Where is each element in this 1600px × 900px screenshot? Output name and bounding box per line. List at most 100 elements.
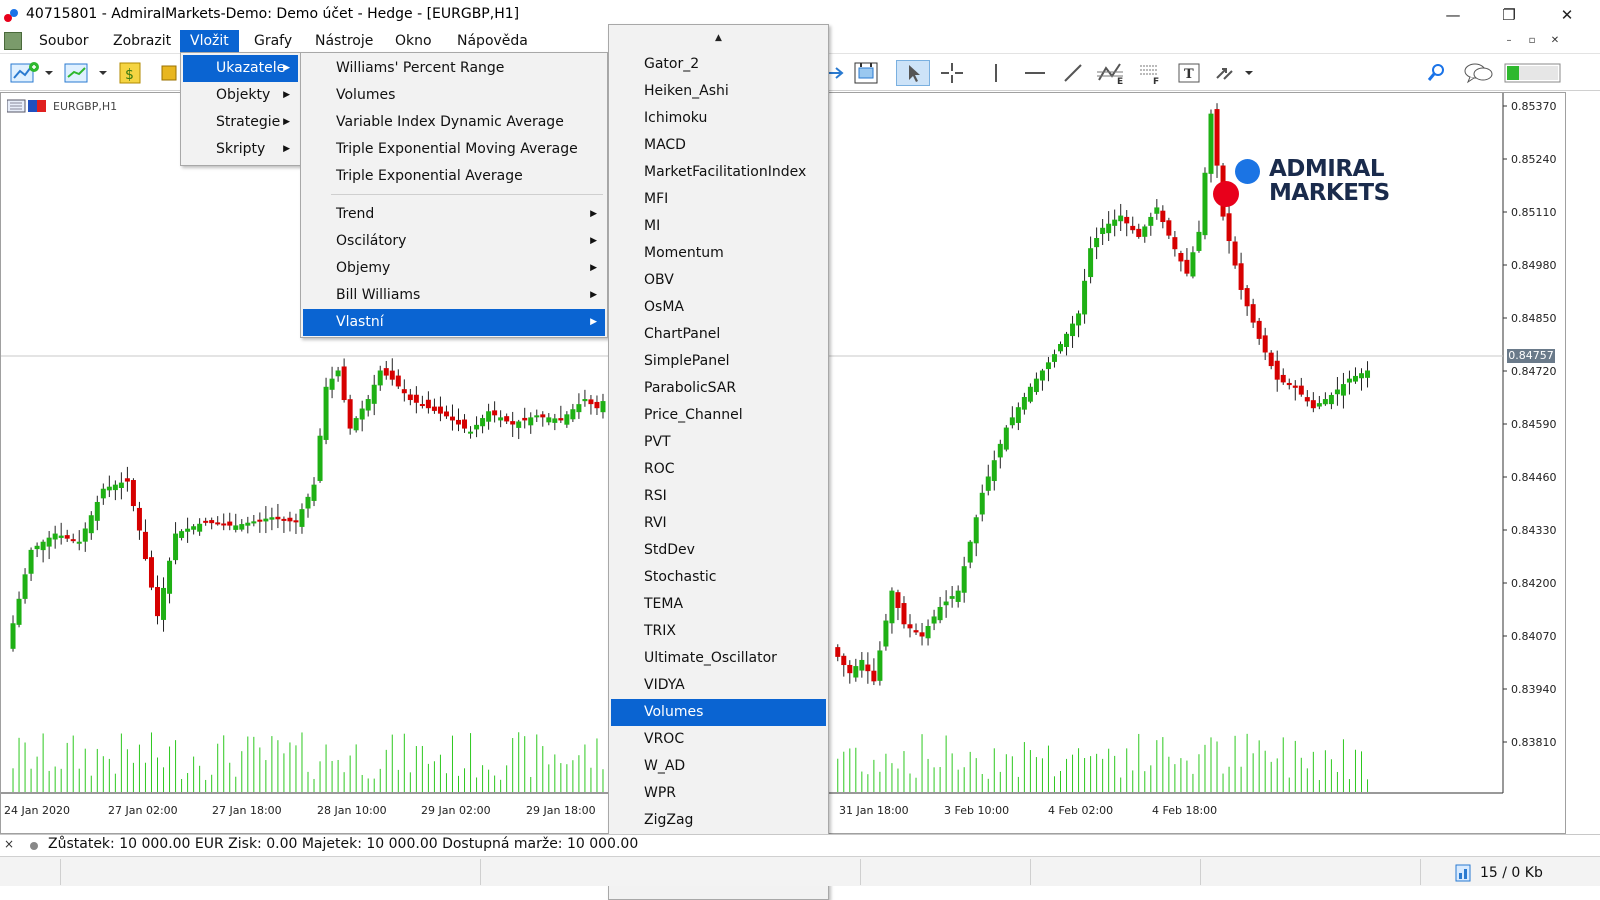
menu-vida[interactable]: Variable Index Dynamic Average — [303, 109, 605, 136]
maximize-button[interactable]: ❐ — [1486, 0, 1532, 30]
new-chart-icon[interactable] — [8, 60, 56, 86]
candle-body — [185, 528, 191, 532]
menu-vlastni-item[interactable]: ROC — [611, 456, 826, 483]
fibonacci-retracement-icon[interactable]: F — [1136, 60, 1166, 86]
candle-body — [1310, 400, 1316, 409]
menu-vlastni-item[interactable]: MI — [611, 213, 826, 240]
menu-objemy[interactable]: Objemy ▶ — [303, 255, 605, 282]
menu-vlastni-item[interactable]: Ultimate_Oscillator — [611, 645, 826, 672]
menu-vlastni-item[interactable]: Heiken_Ashi — [611, 78, 826, 105]
menu-vlastni-item[interactable]: RSI — [611, 483, 826, 510]
candle-body — [287, 517, 293, 522]
menu-nastroje[interactable]: Nástroje — [307, 30, 381, 52]
navigator-icon[interactable] — [158, 60, 178, 86]
candle-body — [534, 415, 540, 418]
menu-trix[interactable]: Triple Exponential Average — [303, 163, 605, 190]
menu-vlastni-item[interactable]: Gator_2 — [611, 51, 826, 78]
menu-vlastni-item[interactable]: OBV — [611, 267, 826, 294]
menu-vlastni-item[interactable]: ParabolicSAR — [611, 375, 826, 402]
menu-vlastni-item[interactable]: ChartPanel — [611, 321, 826, 348]
menu-napoveda[interactable]: Nápověda — [449, 30, 536, 52]
menu-vlastni[interactable]: Vlastní ▶ — [303, 309, 605, 336]
candle-body — [949, 596, 955, 599]
menu-vlastni-item[interactable]: Volumes — [611, 699, 826, 726]
market-watch-icon[interactable]: $ — [116, 60, 146, 86]
menu-vlastni-item[interactable]: Momentum — [611, 240, 826, 267]
menu-vlastni-item[interactable]: VIDYA — [611, 672, 826, 699]
candle-body — [1051, 354, 1057, 362]
menu-vlastni-item[interactable]: MarketFacilitationIndex — [611, 159, 826, 186]
mdi-restore-button[interactable]: ▫ — [1523, 33, 1541, 49]
scroll-up-arrow-icon[interactable]: ▲ — [609, 31, 828, 45]
candle-body — [317, 435, 323, 481]
menu-bill-williams[interactable]: Bill Williams ▶ — [303, 282, 605, 309]
menu-vlastni-item[interactable]: Ichimoku — [611, 105, 826, 132]
menu-williams-percent-range[interactable]: Williams' Percent Range — [303, 55, 605, 82]
menu-objekty[interactable]: Objekty ▶ — [183, 82, 298, 109]
menu-vlastni-item[interactable]: PVT — [611, 429, 826, 456]
candle-body — [341, 366, 347, 401]
menu-vlastni-item[interactable]: W_AD — [611, 753, 826, 780]
menu-vlastni-item[interactable]: MACD — [611, 132, 826, 159]
menu-vlozit[interactable]: Vložit — [180, 30, 239, 52]
menu-vlastni-item[interactable]: ZigZag — [611, 807, 826, 834]
menu-skripty[interactable]: Skripty ▶ — [183, 136, 298, 163]
candle-body — [299, 509, 305, 527]
menu-vlastni-item[interactable]: VROC — [611, 726, 826, 753]
chart-window-icon[interactable] — [4, 32, 22, 50]
menu-vlastni-item[interactable]: SimplePanel — [611, 348, 826, 375]
profiles-icon[interactable] — [62, 60, 110, 86]
candle-body — [1130, 225, 1136, 231]
minimize-button[interactable]: — — [1430, 0, 1476, 30]
menu-vlastni-item[interactable]: StdDev — [611, 537, 826, 564]
menu-vlastni-item[interactable]: TRIX — [611, 618, 826, 645]
menu-trend[interactable]: Trend ▶ — [303, 201, 605, 228]
menu-vlastni-item[interactable]: Price_Channel — [611, 402, 826, 429]
candle-body — [528, 417, 534, 426]
menu-vlastni-item[interactable]: OsMA — [611, 294, 826, 321]
vertical-line-icon[interactable] — [982, 60, 1010, 86]
menu-tema[interactable]: Triple Exponential Moving Average — [303, 136, 605, 163]
menu-volumes[interactable]: Volumes — [303, 82, 605, 109]
menu-oscilatory[interactable]: Oscilátory ▶ — [303, 228, 605, 255]
arrows-dropdown-icon[interactable] — [1212, 60, 1258, 86]
candle-body — [468, 431, 474, 434]
mdi-minimize-button[interactable]: – — [1500, 33, 1518, 49]
menu-okno[interactable]: Okno — [387, 30, 440, 52]
candle-body — [179, 531, 185, 538]
menu-vlastni-item[interactable]: Stochastic — [611, 564, 826, 591]
text-label-icon[interactable]: T — [1174, 60, 1204, 86]
cursor-tool-icon[interactable] — [896, 60, 930, 86]
menu-ukazatele[interactable]: Ukazatele ▶ — [183, 55, 298, 82]
fibonacci-expansion-icon[interactable]: E — [1094, 60, 1128, 86]
menu-vlastni-item[interactable]: TEMA — [611, 591, 826, 618]
candle-body — [227, 521, 233, 526]
candle-body — [943, 601, 949, 606]
chat-icon[interactable] — [1462, 60, 1496, 86]
menu-zobrazit[interactable]: Zobrazit — [105, 30, 179, 52]
candle-body — [76, 541, 82, 544]
candle-body — [510, 421, 516, 425]
horizontal-line-icon[interactable] — [1020, 60, 1050, 86]
candle-body — [967, 541, 973, 563]
admiral-markets-logo: ADMIRAL MARKETS — [1213, 157, 1393, 211]
menu-grafy[interactable]: Grafy — [246, 30, 300, 52]
trendline-icon[interactable] — [1058, 60, 1088, 86]
menu-strategie[interactable]: Strategie ▶ — [183, 109, 298, 136]
candle-body — [112, 484, 118, 491]
terminal-close-icon[interactable]: × — [4, 837, 14, 851]
candle-body — [474, 424, 480, 430]
search-icon[interactable] — [1424, 60, 1450, 86]
menu-vlastni-item[interactable]: MFI — [611, 186, 826, 213]
candle-body — [365, 399, 371, 411]
menu-vlastni-item[interactable]: RVI — [611, 510, 826, 537]
crosshair-tool-icon[interactable] — [938, 60, 966, 86]
menu-vlastni-item[interactable]: WPR — [611, 780, 826, 807]
menu-soubor[interactable]: Soubor — [31, 30, 97, 52]
candle-body — [209, 520, 215, 524]
mdi-close-button[interactable]: ✕ — [1546, 33, 1564, 49]
chart-shift-icon[interactable] — [852, 60, 882, 86]
candle-body — [456, 419, 461, 425]
price-axis-label: 0.84070 — [1511, 630, 1557, 643]
close-button[interactable]: ✕ — [1544, 0, 1590, 30]
